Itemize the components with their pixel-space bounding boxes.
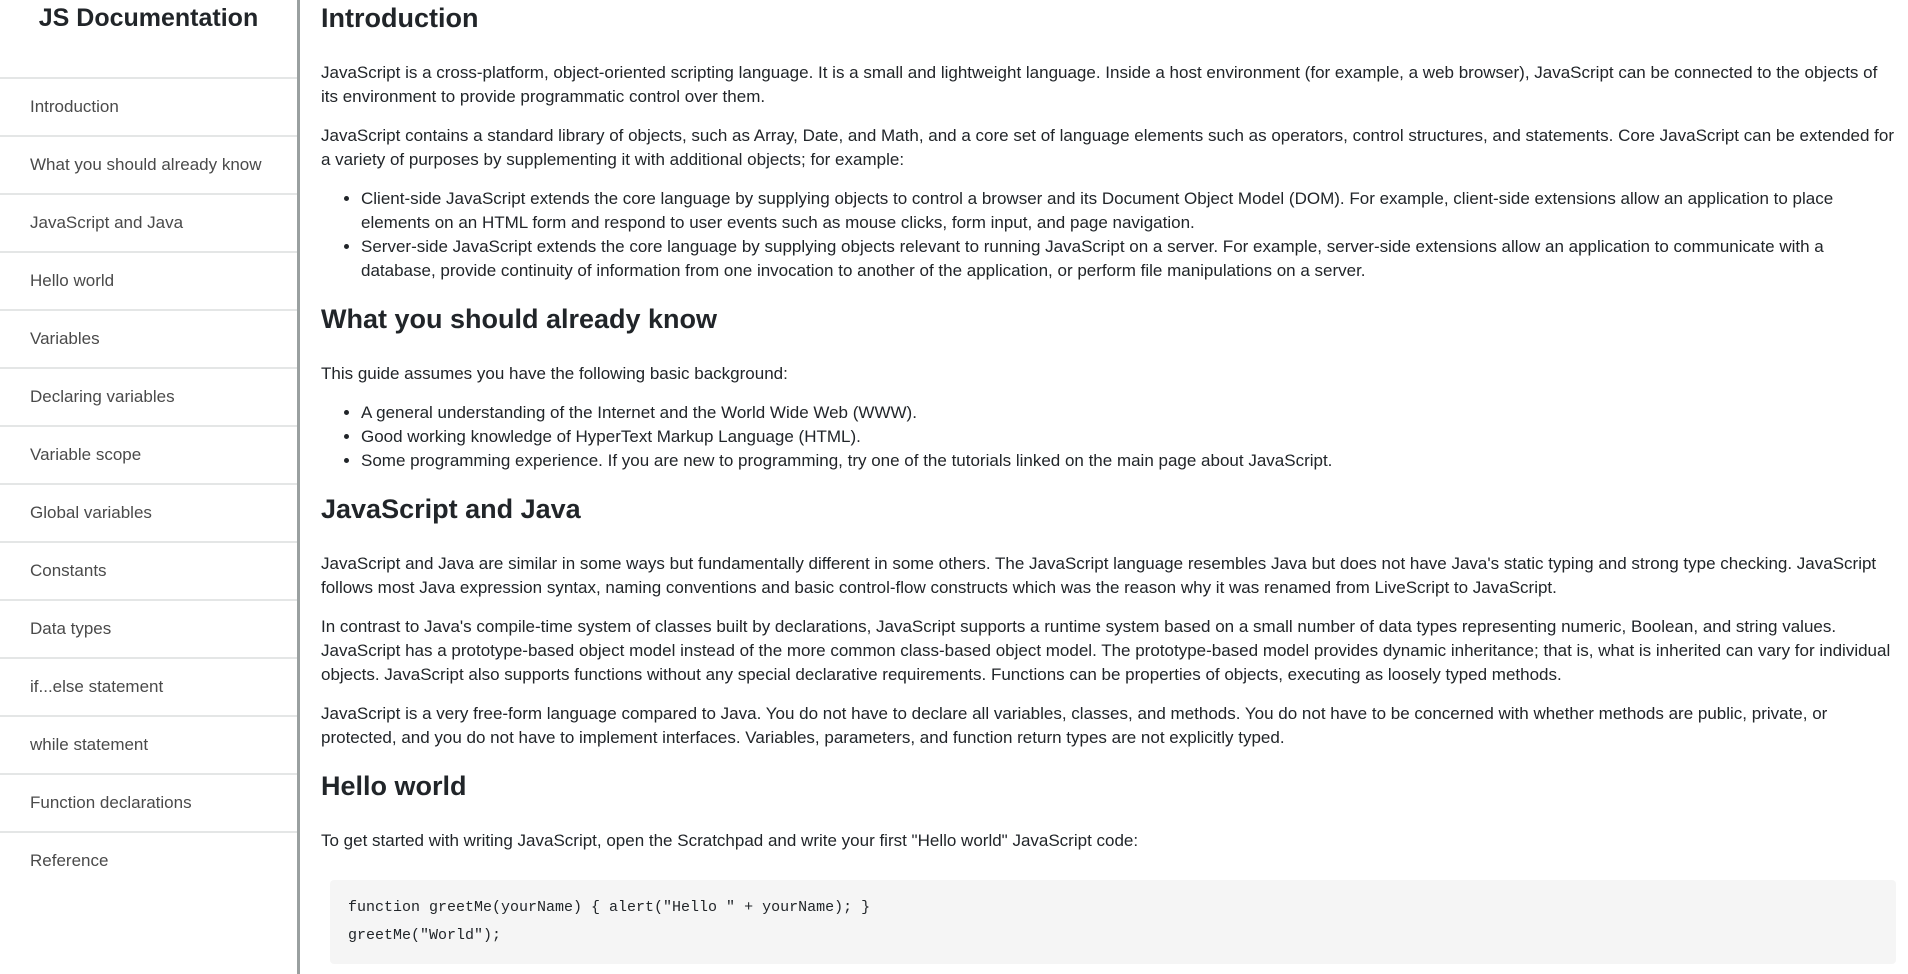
paragraph: This guide assumes you have the followin… bbox=[321, 364, 788, 383]
nav-link-if-else-statement[interactable]: if...else statement bbox=[0, 657, 297, 715]
paragraph: JavaScript and Java are similar in some … bbox=[321, 554, 1877, 597]
nav-link-function-declarations[interactable]: Function declarations bbox=[0, 773, 297, 831]
nav-link-what-you-should-already-know[interactable]: What you should already know bbox=[0, 135, 297, 193]
nav-link-reference[interactable]: Reference bbox=[0, 831, 297, 889]
paragraph: JavaScript contains a standard library o… bbox=[321, 126, 1895, 169]
code-line: function greetMe(yourName) { alert("Hell… bbox=[348, 899, 871, 916]
nav-link-while-statement[interactable]: while statement bbox=[0, 715, 297, 773]
nav-link-introduction[interactable]: Introduction bbox=[0, 77, 297, 135]
nav-link-variable-scope[interactable]: Variable scope bbox=[0, 425, 297, 483]
main-doc: Introduction JavaScript is a cross-platf… bbox=[321, 0, 1896, 964]
list-item: Client-side JavaScript extends the core … bbox=[361, 187, 1896, 235]
section-javascript-and-java: JavaScript and Java JavaScript and Java … bbox=[321, 493, 1896, 750]
section-introduction: Introduction JavaScript is a cross-platf… bbox=[321, 2, 1896, 283]
section-heading: What you should already know bbox=[321, 304, 718, 334]
section-heading: Introduction bbox=[321, 3, 479, 33]
section-what-you-should-already-know: What you should already know This guide … bbox=[321, 303, 1896, 473]
nav-link-data-types[interactable]: Data types bbox=[0, 599, 297, 657]
list-item: A general understanding of the Internet … bbox=[361, 401, 1896, 425]
sidebar-title: JS Documentation bbox=[38, 4, 259, 32]
nav-link-hello-world[interactable]: Hello world bbox=[0, 251, 297, 309]
bullet-list: Client-side JavaScript extends the core … bbox=[321, 187, 1896, 283]
bullet-list: A general understanding of the Internet … bbox=[321, 401, 1896, 473]
paragraph: In contrast to Java's compile-time syste… bbox=[321, 617, 1891, 684]
nav-link-variables[interactable]: Variables bbox=[0, 309, 297, 367]
section-heading: Hello world bbox=[321, 771, 467, 801]
list-item: Some programming experience. If you are … bbox=[361, 449, 1896, 473]
list-item: Good working knowledge of HyperText Mark… bbox=[361, 425, 1896, 449]
list-item: Server-side JavaScript extends the core … bbox=[361, 235, 1896, 283]
section-heading: JavaScript and Java bbox=[321, 494, 581, 524]
nav-link-javascript-and-java[interactable]: JavaScript and Java bbox=[0, 193, 297, 251]
nav-link-global-variables[interactable]: Global variables bbox=[0, 483, 297, 541]
paragraph: JavaScript is a very free-form language … bbox=[321, 704, 1828, 747]
section-hello-world: Hello world To get started with writing … bbox=[321, 770, 1896, 964]
navbar: JS Documentation Introduction What you s… bbox=[0, 0, 300, 974]
nav-link-constants[interactable]: Constants bbox=[0, 541, 297, 599]
code-line: greetMe("World"); bbox=[348, 927, 502, 944]
code-block: function greetMe(yourName) { alert("Hell… bbox=[330, 880, 1896, 964]
paragraph: JavaScript is a cross-platform, object-o… bbox=[321, 63, 1878, 106]
paragraph: To get started with writing JavaScript, … bbox=[321, 831, 1139, 850]
nav-link-declaring-variables[interactable]: Declaring variables bbox=[0, 367, 297, 425]
nav-list: Introduction What you should already kno… bbox=[0, 77, 297, 889]
